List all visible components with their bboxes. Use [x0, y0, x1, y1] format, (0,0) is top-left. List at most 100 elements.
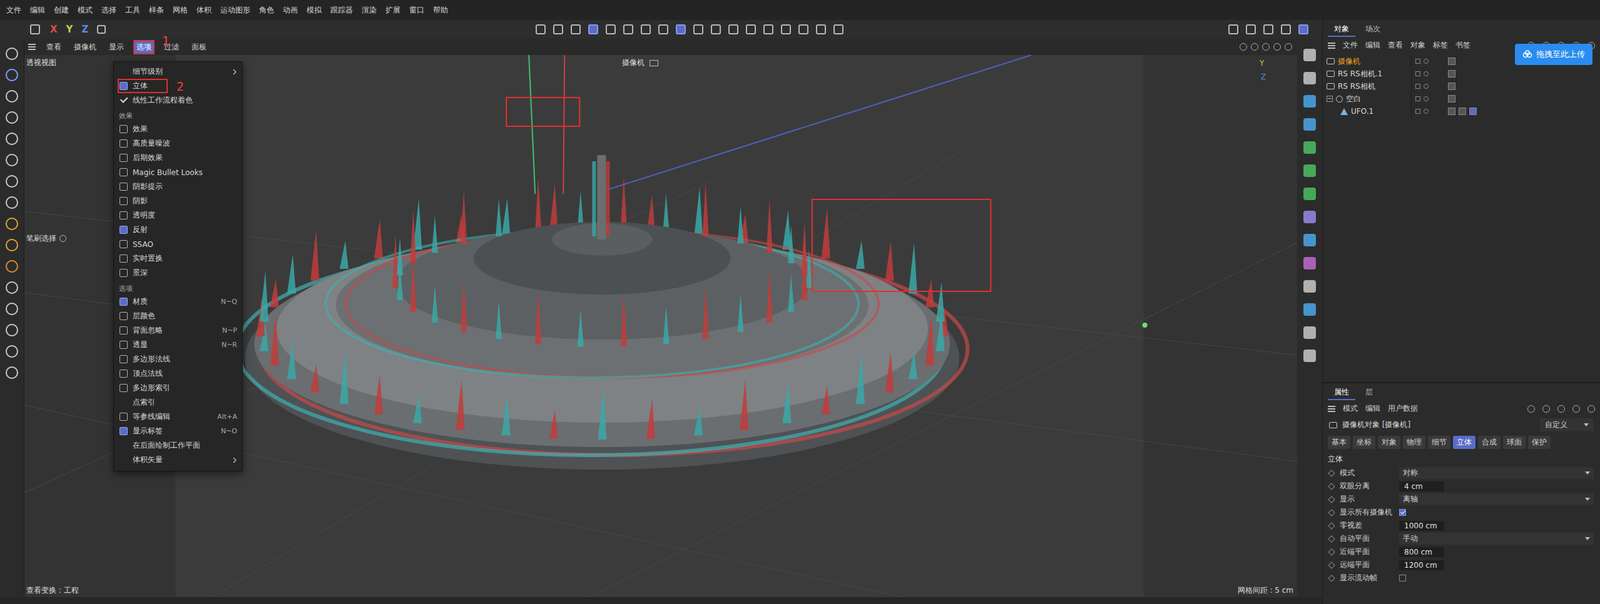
- menu-bar-item[interactable]: 编辑: [30, 5, 46, 16]
- tool-icon[interactable]: [833, 24, 844, 35]
- keyframe-icon[interactable]: [1327, 535, 1335, 543]
- options-menu-item[interactable]: 背面忽略 N~P: [113, 323, 243, 338]
- section-tab[interactable]: 细节: [1427, 436, 1451, 450]
- number-field[interactable]: 800 cm: [1399, 547, 1445, 558]
- menu-bar-item[interactable]: 角色: [259, 5, 275, 16]
- panel-menu-item[interactable]: 用户数据: [1387, 403, 1418, 415]
- number-field[interactable]: 1000 cm: [1399, 521, 1445, 532]
- axis-toggle[interactable]: X: [50, 23, 58, 36]
- tool-icon[interactable]: [5, 302, 19, 316]
- menu-icon[interactable]: [1327, 42, 1336, 49]
- dropdown[interactable]: 离轴: [1399, 493, 1594, 506]
- axis-toggle[interactable]: Y: [66, 23, 74, 36]
- tool-icon[interactable]: [693, 24, 704, 35]
- object-icon[interactable]: [1303, 234, 1316, 247]
- options-menu-item[interactable]: 立体 2: [113, 78, 243, 94]
- object-row[interactable]: RS RS相机: [1322, 80, 1600, 93]
- panel-tab[interactable]: 属性: [1327, 386, 1356, 401]
- tool-icon[interactable]: [5, 90, 19, 103]
- menu-bar-item[interactable]: 选择: [101, 5, 117, 16]
- viewport-menu-item[interactable]: 选项 1: [134, 41, 154, 54]
- object-icon[interactable]: [1303, 71, 1316, 85]
- navigation-icon[interactable]: [1239, 43, 1248, 51]
- viewport-menu-item[interactable]: 查看: [44, 41, 64, 54]
- tag-icon[interactable]: [1447, 57, 1456, 66]
- visibility-icon[interactable]: [1415, 108, 1421, 114]
- options-menu-item[interactable]: SSAO: [113, 237, 243, 252]
- camera-label[interactable]: 摄像机: [621, 57, 659, 69]
- upload-button[interactable]: 拖拽至此上传: [1514, 43, 1593, 66]
- menu-bar-item[interactable]: 动画: [282, 5, 298, 16]
- menu-bar-item[interactable]: 运动图形: [220, 5, 251, 16]
- tool-icon[interactable]: [5, 345, 19, 358]
- number-field[interactable]: 4 cm: [1399, 481, 1445, 492]
- tool-icon[interactable]: [745, 24, 756, 35]
- tag-icon[interactable]: [1469, 107, 1477, 116]
- tool-icon[interactable]: [675, 24, 686, 35]
- navigation-icon[interactable]: [1262, 43, 1270, 51]
- tool-icon[interactable]: [5, 281, 19, 295]
- expand-icon[interactable]: [1326, 95, 1333, 102]
- viewport-menu-item[interactable]: 面板: [189, 41, 209, 54]
- options-menu-item[interactable]: 效果: [113, 122, 243, 137]
- menu-bar-item[interactable]: 帮助: [433, 5, 449, 16]
- menu-bar-item[interactable]: 网格: [172, 5, 188, 16]
- menu-bar-item[interactable]: 窗口: [409, 5, 425, 16]
- render-dot-icon[interactable]: [1423, 58, 1429, 64]
- options-menu-item[interactable]: 顶点法线: [113, 366, 243, 382]
- viewport-menu-item[interactable]: 显示: [107, 41, 126, 54]
- viewport-menu-item[interactable]: 过滤: [162, 41, 181, 54]
- tag-icon[interactable]: [1458, 107, 1467, 116]
- options-menu-item[interactable]: Magic Bullet Looks: [113, 165, 243, 180]
- object-row[interactable]: 空白: [1322, 92, 1600, 106]
- tool-icon[interactable]: [763, 24, 774, 35]
- object-icon[interactable]: [1303, 303, 1316, 316]
- section-tab[interactable]: 对象: [1377, 436, 1401, 450]
- visibility-icon[interactable]: [1415, 96, 1421, 102]
- render-dot-icon[interactable]: [1423, 71, 1429, 77]
- object-icon[interactable]: [1303, 280, 1316, 293]
- render-icon[interactable]: [1263, 24, 1274, 35]
- menu-bar-item[interactable]: 创建: [53, 5, 69, 16]
- keyframe-icon[interactable]: [1327, 509, 1335, 517]
- render-icon[interactable]: [1245, 24, 1256, 35]
- tool-icon[interactable]: [798, 24, 809, 35]
- coordinate-icon[interactable]: [96, 25, 106, 34]
- tool-icon[interactable]: [5, 239, 19, 252]
- options-menu-item[interactable]: 透明度: [113, 208, 243, 223]
- tool-icon[interactable]: [553, 24, 564, 35]
- tool-icon[interactable]: [5, 260, 19, 273]
- object-icon[interactable]: [1303, 187, 1316, 201]
- options-menu-item[interactable]: 多边形法线: [113, 352, 243, 367]
- object-icon[interactable]: [1303, 141, 1316, 154]
- menu-bar-item[interactable]: 工具: [125, 5, 141, 16]
- menu-bar-item[interactable]: 体积: [196, 5, 212, 16]
- options-menu-item[interactable]: 实时置换: [113, 251, 243, 266]
- tool-icon[interactable]: [658, 24, 669, 35]
- tool-icon[interactable]: [815, 24, 826, 35]
- navigation-icon[interactable]: [1250, 43, 1259, 51]
- axis-toggle[interactable]: Z: [81, 23, 89, 36]
- navigation-icon[interactable]: [1273, 43, 1281, 51]
- tag-icon[interactable]: [1447, 107, 1456, 116]
- options-menu-item[interactable]: 线性工作流程着色: [113, 93, 243, 108]
- tool-icon[interactable]: [780, 24, 791, 35]
- menu-bar-item[interactable]: 扩展: [385, 5, 401, 16]
- options-menu-item[interactable]: 后期效果: [113, 150, 243, 166]
- tool-icon[interactable]: [605, 24, 616, 35]
- undo-icon[interactable]: [30, 24, 41, 35]
- menu-bar-item[interactable]: 模拟: [306, 5, 322, 16]
- options-menu-item[interactable]: 阴影提示: [113, 179, 243, 194]
- tool-icon[interactable]: [5, 47, 19, 61]
- tool-icon[interactable]: [5, 217, 19, 231]
- object-icon[interactable]: [1303, 164, 1316, 178]
- options-menu-item[interactable]: 反射: [113, 222, 243, 238]
- keyframe-icon[interactable]: [1327, 575, 1335, 582]
- tool-icon[interactable]: [5, 132, 19, 146]
- section-tab[interactable]: 合成: [1477, 436, 1501, 450]
- options-menu-item[interactable]: 层颜色: [113, 309, 243, 324]
- options-menu-item[interactable]: 体积矢量: [113, 453, 243, 468]
- menu-icon[interactable]: [1327, 406, 1336, 413]
- menu-bar-item[interactable]: 文件: [6, 5, 22, 16]
- render-icon[interactable]: [1228, 24, 1239, 35]
